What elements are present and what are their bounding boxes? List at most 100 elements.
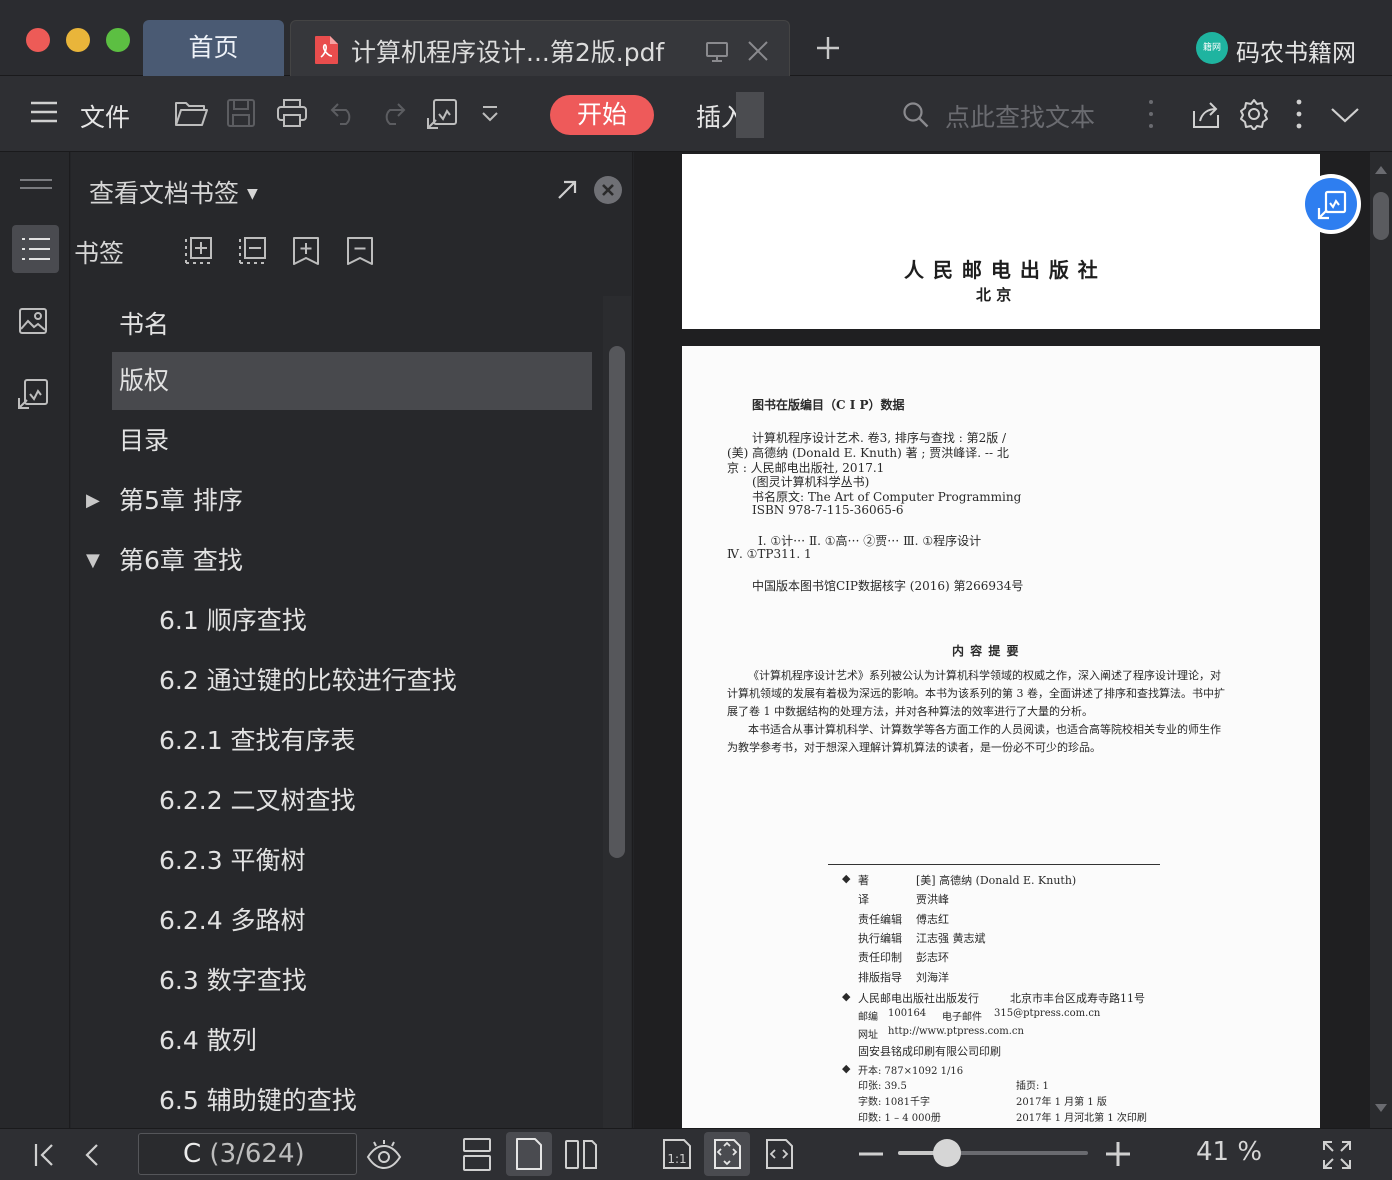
bookmark-section-label: 书签 bbox=[74, 239, 125, 268]
bookmark-label: 6.2.3 平衡树 bbox=[159, 846, 306, 875]
scroll-down-arrow-icon[interactable] bbox=[1375, 1104, 1387, 1112]
add-bookmark-icon[interactable] bbox=[292, 236, 320, 266]
two-page-view-button[interactable] bbox=[558, 1132, 604, 1176]
print-date-line: 2017年 1 月河北第 1 次印刷 bbox=[1016, 1113, 1147, 1124]
minimize-window-button[interactable] bbox=[66, 28, 90, 52]
pdf-page-copyright: 图书在版编目（C I P）数据 计算机程序设计艺术. 卷3, 排序与查找 : 第… bbox=[682, 346, 1320, 1128]
bookmark-item[interactable]: 6.2.1 查找有序表 bbox=[112, 712, 592, 770]
bookmark-item[interactable]: 6.2.4 多路树 bbox=[112, 892, 592, 950]
tab-start[interactable]: 开始 bbox=[550, 95, 654, 135]
undo-icon[interactable] bbox=[330, 100, 358, 126]
detach-tab-icon[interactable] bbox=[705, 41, 729, 63]
bookmark-item-selected[interactable]: 版权 bbox=[112, 352, 592, 410]
scroll-up-arrow-icon[interactable] bbox=[1375, 166, 1387, 174]
more-tools-chevron-icon[interactable] bbox=[480, 104, 500, 124]
bookmark-item[interactable]: ▶ 第5章 排序 bbox=[86, 472, 592, 530]
page-number-input[interactable]: C (3/624) bbox=[138, 1133, 357, 1175]
print-icon[interactable] bbox=[276, 98, 308, 128]
fullscreen-icon[interactable] bbox=[1322, 1140, 1352, 1170]
collapse-triangle-icon[interactable]: ▼ bbox=[86, 532, 100, 590]
page-info: (3/624) bbox=[209, 1139, 305, 1169]
collapse-ribbon-chevron-icon[interactable] bbox=[1330, 106, 1360, 124]
words-line: 字数: 1081千字 bbox=[858, 1097, 930, 1108]
close-window-button[interactable] bbox=[26, 28, 50, 52]
zoom-in-icon[interactable] bbox=[1105, 1141, 1131, 1167]
publisher-city: 北 京 bbox=[976, 286, 1012, 304]
bookmark-scroll-thumb[interactable] bbox=[609, 346, 625, 858]
single-page-view-button[interactable] bbox=[506, 1132, 552, 1176]
bookmark-item[interactable]: 6.1 顺序查找 bbox=[112, 592, 592, 650]
tab-document[interactable]: 计算机程序设计...第2版.pdf bbox=[290, 20, 790, 76]
expand-triangle-icon[interactable]: ▶ bbox=[86, 472, 100, 530]
credit-name: [美] 高德纳 (Donald E. Knuth) bbox=[916, 874, 1077, 887]
collapse-all-icon[interactable] bbox=[238, 236, 268, 266]
export-pdf-icon[interactable] bbox=[426, 98, 458, 130]
bookmark-item[interactable]: 6.2.3 平衡树 bbox=[112, 832, 592, 890]
bookmark-label: 6.2.2 二叉树查找 bbox=[159, 786, 356, 815]
first-page-icon[interactable] bbox=[34, 1143, 56, 1167]
document-scrollbar[interactable] bbox=[1370, 152, 1392, 1128]
expand-all-icon[interactable] bbox=[184, 236, 214, 266]
new-tab-icon[interactable] bbox=[816, 36, 840, 60]
divider-rule bbox=[828, 864, 1160, 865]
zoom-out-icon[interactable] bbox=[858, 1151, 884, 1157]
previous-page-icon[interactable] bbox=[84, 1143, 100, 1167]
actual-size-button[interactable]: 1:1 bbox=[654, 1132, 700, 1176]
zoom-slider-knob[interactable] bbox=[933, 1139, 962, 1167]
continuous-scroll-view-button[interactable] bbox=[454, 1132, 500, 1176]
bookmark-item[interactable]: 书名 bbox=[112, 296, 592, 354]
hamburger-menu-icon[interactable] bbox=[30, 100, 58, 124]
floating-convert-button[interactable] bbox=[1301, 174, 1361, 234]
summary-line: 为教学参考书，对于想深入理解计算机算法的读者，是一份必不可少的珍品。 bbox=[727, 741, 1101, 754]
bookmark-item[interactable]: 6.4 散列 bbox=[112, 1012, 592, 1070]
bookmark-item[interactable]: 6.3 数字查找 bbox=[112, 952, 592, 1010]
credit-name: 傅志红 bbox=[916, 913, 949, 926]
bookmark-list-icon bbox=[22, 237, 50, 261]
zoom-slider[interactable] bbox=[898, 1139, 1088, 1167]
tab-bar: 首页 计算机程序设计...第2版.pdf 籍网 码农书籍网 bbox=[0, 0, 1392, 76]
tab-home[interactable]: 首页 bbox=[143, 20, 284, 76]
fit-page-icon bbox=[714, 1139, 741, 1169]
bookmark-item[interactable]: ▼ 第6章 查找 bbox=[86, 532, 592, 590]
open-folder-icon[interactable] bbox=[174, 98, 208, 128]
file-menu[interactable]: 文件 bbox=[80, 98, 130, 134]
credit-name: 贾洪峰 bbox=[916, 893, 949, 906]
fit-page-button[interactable] bbox=[704, 1132, 750, 1176]
bookmark-item[interactable]: 6.2 通过键的比较进行查找 bbox=[112, 652, 592, 710]
tab-insert[interactable]: 插入 bbox=[696, 92, 764, 138]
panel-view-dropdown[interactable]: 查看文档书签 ▼ bbox=[89, 174, 258, 210]
credit-role: 著 bbox=[858, 874, 869, 887]
rail-collapse-icon[interactable] bbox=[20, 178, 52, 190]
close-tab-icon[interactable] bbox=[747, 40, 769, 62]
bookmark-item[interactable]: 6.5 辅助键的查找 bbox=[112, 1072, 592, 1128]
summary-line: 计算机领域的发展有着极为深远的影响。本书为该系列的第 3 卷，全面讲述了排序和查… bbox=[727, 687, 1225, 700]
panel-pop-out-icon[interactable] bbox=[557, 180, 577, 200]
bookmark-item[interactable]: 目录 bbox=[112, 412, 592, 470]
page-current: C bbox=[183, 1139, 202, 1169]
more-options-icon[interactable] bbox=[1296, 98, 1302, 130]
rail-bookmarks-button[interactable] bbox=[12, 225, 59, 273]
summary-line: 《计算机程序设计艺术》系列被公认为计算机科学领域的权威之作，深入阐述了程序设计理… bbox=[748, 669, 1221, 682]
publisher-address: 北京市丰台区成寿寺路11号 bbox=[1010, 992, 1145, 1005]
bookmark-item[interactable]: 6.2.2 二叉树查找 bbox=[112, 772, 592, 830]
save-icon[interactable] bbox=[226, 98, 256, 128]
export-pages-icon[interactable] bbox=[17, 378, 49, 410]
panel-close-button[interactable] bbox=[594, 176, 622, 204]
search-input[interactable]: 点此查找文本 bbox=[945, 98, 1095, 134]
bookmark-scrollbar[interactable] bbox=[603, 296, 631, 1128]
zoom-level[interactable]: 41 % bbox=[1196, 1137, 1262, 1167]
share-icon[interactable] bbox=[1192, 99, 1220, 129]
document-scroll-thumb[interactable] bbox=[1373, 192, 1389, 240]
maximize-window-button[interactable] bbox=[106, 28, 130, 52]
fit-width-button[interactable] bbox=[756, 1132, 802, 1176]
eye-reading-mode-icon[interactable] bbox=[366, 1139, 402, 1171]
actual-size-icon: 1:1 bbox=[663, 1139, 691, 1169]
ribbon-scroll-handle[interactable] bbox=[736, 92, 764, 138]
document-view[interactable]: 人 民 邮 电 出 版 社 北 京 图书在版编目（C I P）数据 计算机程序设… bbox=[634, 152, 1370, 1128]
pdf-file-icon bbox=[313, 35, 339, 65]
settings-gear-icon[interactable] bbox=[1238, 98, 1270, 130]
redo-icon[interactable] bbox=[378, 100, 406, 126]
remove-bookmark-icon[interactable] bbox=[346, 236, 374, 266]
thumbnail-image-icon[interactable] bbox=[18, 307, 48, 335]
search-icon bbox=[902, 101, 930, 129]
